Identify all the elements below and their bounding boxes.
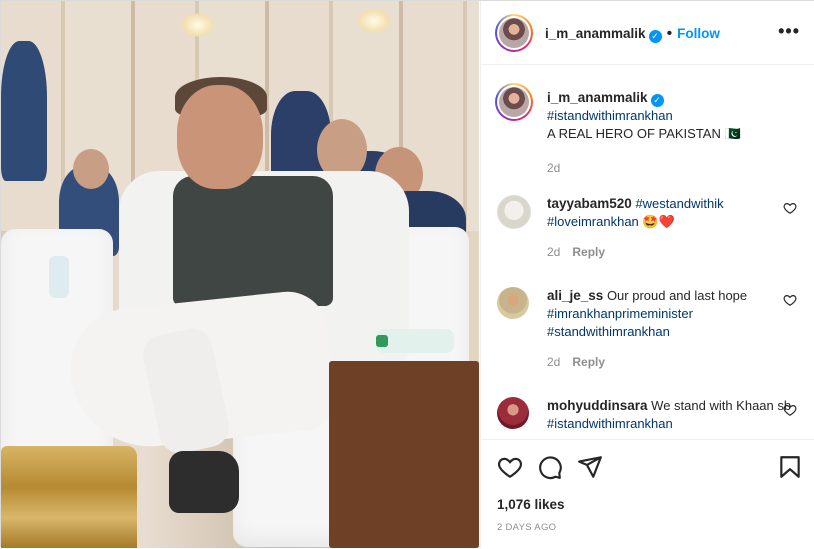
post-header: i_m_anammalik ✓ • Follow ••• bbox=[481, 1, 814, 65]
comments-scroll-area[interactable]: i_m_anammalik ✓ #istandwithimrankhan A RE… bbox=[481, 65, 814, 439]
comment-avatar[interactable] bbox=[497, 397, 529, 429]
comment-text-segment: 🤩❤️ bbox=[638, 214, 675, 229]
likes-count[interactable]: 1,076 likes bbox=[497, 497, 565, 512]
post-photo[interactable] bbox=[1, 1, 479, 548]
photo-bg-person bbox=[1, 41, 47, 181]
comment-username[interactable]: mohyuddinsara bbox=[547, 398, 648, 413]
comment-hashtag[interactable]: #standwithimrankhan bbox=[547, 324, 670, 339]
reply-button[interactable]: Reply bbox=[572, 245, 605, 259]
comment-hashtag[interactable]: #loveimrankhan bbox=[547, 214, 639, 229]
caption-hashtag[interactable]: #istandwithimrankhan bbox=[547, 108, 673, 123]
comment-icon[interactable] bbox=[537, 454, 563, 480]
comment-item: mohyuddinsara We stand with Khaan sb #is… bbox=[497, 397, 797, 439]
photo-bg-head bbox=[73, 149, 109, 189]
header-username[interactable]: i_m_anammalik bbox=[545, 26, 646, 41]
caption-text: A REAL HERO OF PAKISTAN 🇵🇰 bbox=[547, 126, 741, 141]
verified-badge-icon: ✓ bbox=[648, 30, 662, 43]
like-comment-heart-icon[interactable] bbox=[783, 201, 797, 215]
share-icon[interactable] bbox=[577, 454, 603, 480]
avatar[interactable] bbox=[495, 14, 533, 52]
comment-username[interactable]: ali_je_ss bbox=[547, 288, 603, 303]
comment-username[interactable]: tayyabam520 bbox=[547, 196, 632, 211]
follow-button[interactable]: Follow bbox=[677, 26, 720, 41]
like-comment-heart-icon[interactable] bbox=[783, 403, 797, 417]
comment-text-segment: We stand with Khaan sb bbox=[651, 398, 792, 413]
verified-badge-icon: ✓ bbox=[650, 94, 664, 107]
more-options-icon[interactable]: ••• bbox=[778, 21, 800, 42]
comment-item: tayyabam520 #westandwithik #loveimrankha… bbox=[497, 195, 797, 265]
photo-lamp bbox=[357, 9, 391, 33]
bookmark-icon[interactable] bbox=[777, 454, 803, 480]
header-separator: • bbox=[666, 25, 673, 42]
comment-hashtag[interactable]: #istandwithimrankhan bbox=[547, 416, 673, 431]
comment-time: 2d bbox=[547, 355, 561, 369]
comment-avatar[interactable] bbox=[497, 195, 531, 229]
comment-hashtag[interactable]: #westandwithik bbox=[635, 196, 723, 211]
photo-subject-vest bbox=[173, 176, 333, 306]
avatar-image bbox=[499, 18, 529, 48]
photo-subject-shoe bbox=[169, 451, 239, 513]
photo-side-table bbox=[329, 361, 479, 548]
caption-avatar[interactable] bbox=[495, 83, 533, 121]
photo-gold-table bbox=[1, 446, 137, 548]
comment-time: 2d bbox=[547, 245, 561, 259]
heart-icon[interactable] bbox=[497, 454, 523, 480]
comment-item: ali_je_ss Our proud and last hope #imran… bbox=[497, 287, 797, 377]
like-comment-heart-icon[interactable] bbox=[783, 293, 797, 307]
comment-hashtag[interactable]: #imrankhanprimeminister bbox=[547, 306, 693, 321]
caption-username[interactable]: i_m_anammalik bbox=[547, 90, 648, 105]
photo-subject-face bbox=[177, 85, 263, 189]
instagram-post: i_m_anammalik ✓ • Follow ••• i_m_anammalik ✓… bbox=[0, 0, 814, 548]
photo-water-bottle bbox=[49, 256, 69, 298]
post-timestamp: 2 DAYS AGO bbox=[497, 522, 557, 533]
header-user-line: i_m_anammalik ✓ • Follow bbox=[545, 25, 720, 43]
post-actions: 1,076 likes 2 DAYS AGO bbox=[481, 439, 814, 549]
comment-text-segment: Our proud and last hope bbox=[606, 288, 748, 303]
photo-water-bottle bbox=[376, 329, 454, 353]
photo-lamp bbox=[181, 13, 215, 37]
post-side-panel: i_m_anammalik ✓ • Follow ••• i_m_anammalik ✓… bbox=[480, 1, 814, 548]
caption-time: 2d bbox=[547, 161, 561, 175]
reply-button[interactable]: Reply bbox=[572, 355, 605, 369]
comment-avatar[interactable] bbox=[497, 287, 529, 319]
